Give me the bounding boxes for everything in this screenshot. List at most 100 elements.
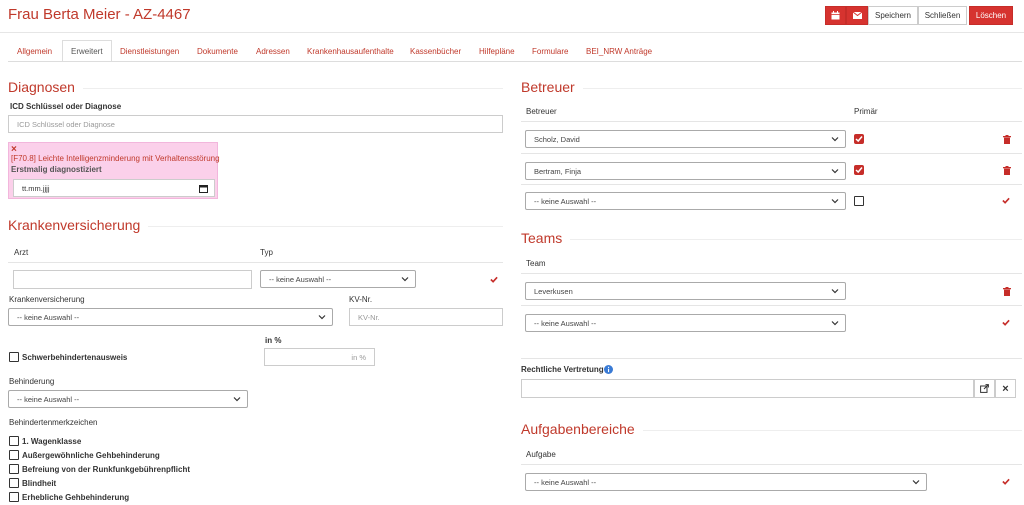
icd-label: ICD Schlüssel oder Diagnose <box>10 102 122 111</box>
tab-dienstleistungen[interactable]: Dienstleistungen <box>112 40 187 62</box>
diagnosis-date-label: Erstmalig diagnostiziert <box>11 165 102 174</box>
team-value: -- keine Auswahl -- <box>534 318 597 328</box>
behinderung-label: Behinderung <box>9 377 55 386</box>
confirm-check-icon[interactable] <box>1002 196 1010 205</box>
merkzeichen-label-4: Blindheit <box>22 479 57 488</box>
betreuer-select[interactable]: -- keine Auswahl -- <box>525 192 846 210</box>
trash-icon[interactable] <box>1003 135 1011 144</box>
aufgabe-value: -- keine Auswahl -- <box>534 477 597 487</box>
close-button[interactable]: Schließen <box>918 6 967 25</box>
schwerbehinderung-label: Schwerbehindertenausweis <box>22 353 128 362</box>
chevron-down-icon <box>831 137 839 142</box>
delete-button[interactable]: Löschen <box>969 6 1013 25</box>
aufgabe-select[interactable]: -- keine Auswahl -- <box>525 473 927 491</box>
tab-hilfeplaene[interactable]: Hilfepläne <box>471 40 523 62</box>
merkzeichen-checkbox[interactable] <box>9 436 19 446</box>
calendar-button[interactable] <box>825 6 846 25</box>
page-title: Frau Berta Meier - AZ-4467 <box>8 6 191 23</box>
betreuer-select[interactable]: Bertram, Finja <box>525 162 846 180</box>
arzt-input[interactable] <box>13 270 252 289</box>
teams-heading: Teams <box>521 230 571 246</box>
merkzeichen-label-2: Außergewöhnliche Gehbehinderung <box>22 451 160 460</box>
behinderung-select[interactable]: -- keine Auswahl -- <box>8 390 248 408</box>
save-button[interactable]: Speichern <box>868 6 918 25</box>
date-placeholder: tt.mm.jjjj <box>22 183 50 193</box>
diagnosis-item: × [F70.8] Leichte Intelligenzminderung m… <box>8 142 220 199</box>
tab-adressen[interactable]: Adressen <box>248 40 298 62</box>
tab-kassenbuecher[interactable]: Kassenbücher <box>402 40 469 62</box>
diagnosis-date-input[interactable]: tt.mm.jjjj <box>13 179 215 197</box>
kv-value: -- keine Auswahl -- <box>17 312 80 322</box>
betreuer-value: -- keine Auswahl -- <box>534 196 597 206</box>
typ-label: Typ <box>260 248 273 257</box>
aufgabe-column-header: Aufgabe <box>526 450 556 459</box>
open-external-button[interactable] <box>974 379 995 398</box>
tab-dokumente[interactable]: Dokumente <box>189 40 246 62</box>
merkzeichen-label-1: 1. Wagenklasse <box>22 437 82 446</box>
schwerbehinderung-checkbox[interactable] <box>9 352 19 362</box>
merkzeichen-checkbox[interactable] <box>9 450 19 460</box>
confirm-check-icon[interactable] <box>1002 318 1010 327</box>
diagnosis-text: [F70.8] Leichte Intelligenzminderung mit… <box>11 154 220 163</box>
betreuer-heading: Betreuer <box>521 79 583 95</box>
chevron-down-icon <box>318 315 326 320</box>
rechtliche-vertretung-label: Rechtliche Vertretung <box>521 365 604 374</box>
chevron-down-icon <box>912 480 920 485</box>
merkzeichen-checkbox[interactable] <box>9 478 19 488</box>
confirm-check-icon[interactable] <box>1002 477 1010 486</box>
team-select[interactable]: Leverkusen <box>525 282 846 300</box>
merkzeichen-label-5: Erhebliche Gehbehinderung <box>22 493 130 502</box>
aufgaben-heading: Aufgabenbereiche <box>521 421 643 437</box>
rechtliche-vertretung-input[interactable] <box>521 379 974 398</box>
behinderung-value: -- keine Auswahl -- <box>17 394 80 404</box>
in-percent-input[interactable]: in % <box>264 348 375 366</box>
primary-checkbox-checked[interactable] <box>854 165 864 175</box>
row-divider <box>521 121 1022 122</box>
kv-label: Krankenversicherung <box>9 295 85 304</box>
chevron-down-icon <box>831 199 839 204</box>
row-divider <box>8 262 503 263</box>
section-divider <box>521 239 1022 240</box>
icd-search-input[interactable]: ICD Schlüssel oder Diagnose <box>8 115 503 133</box>
primary-checkbox-checked[interactable] <box>854 134 864 144</box>
tab-krankenhausaufenthalte[interactable]: Krankenhausaufenthalte <box>299 40 402 62</box>
confirm-check-icon[interactable] <box>490 275 498 284</box>
kv-heading: Krankenversicherung <box>8 217 149 233</box>
tab-bei-nrw-antraege[interactable]: BEI_NRW Anträge <box>578 40 660 62</box>
tab-allgemein[interactable]: Allgemein <box>9 40 60 62</box>
trash-icon[interactable] <box>1003 287 1011 296</box>
tab-erweitert[interactable]: Erweitert <box>62 40 112 62</box>
primary-checkbox[interactable] <box>854 196 864 206</box>
email-button[interactable] <box>846 6 868 25</box>
team-select[interactable]: -- keine Auswahl -- <box>525 314 846 332</box>
section-divider <box>521 88 1022 89</box>
chevron-down-icon <box>831 289 839 294</box>
clear-button[interactable]: × <box>995 379 1016 398</box>
in-percent-label: in % <box>265 336 282 345</box>
tab-formulare[interactable]: Formulare <box>524 40 576 62</box>
typ-select[interactable]: -- keine Auswahl -- <box>260 270 416 288</box>
info-icon[interactable] <box>604 365 613 374</box>
tab-divider <box>8 61 1022 62</box>
merkzeichen-checkbox[interactable] <box>9 464 19 474</box>
chevron-down-icon <box>233 397 241 402</box>
row-divider <box>521 184 1022 185</box>
row-divider <box>521 305 1022 306</box>
primaer-column-header: Primär <box>854 107 878 116</box>
kv-select[interactable]: -- keine Auswahl -- <box>8 308 333 326</box>
typ-value: -- keine Auswahl -- <box>269 274 332 284</box>
trash-icon[interactable] <box>1003 166 1011 175</box>
betreuer-select[interactable]: Scholz, David <box>525 130 846 148</box>
team-column-header: Team <box>526 259 546 268</box>
betreuer-value: Bertram, Finja <box>534 166 582 176</box>
merkzeichen-label: Behindertenmerkzeichen <box>9 418 98 427</box>
kvnr-label: KV-Nr. <box>349 295 373 304</box>
betreuer-column-header: Betreuer <box>526 107 557 116</box>
merkzeichen-label-3: Befreiung von der Runkfunkgebührenpflich… <box>22 465 191 474</box>
merkzeichen-checkbox[interactable] <box>9 492 19 502</box>
kvnr-input[interactable]: KV-Nr. <box>349 308 503 326</box>
calendar-icon <box>831 11 840 20</box>
diagnosen-heading: Diagnosen <box>8 79 83 95</box>
arzt-label: Arzt <box>14 248 29 257</box>
betreuer-value: Scholz, David <box>534 134 580 144</box>
